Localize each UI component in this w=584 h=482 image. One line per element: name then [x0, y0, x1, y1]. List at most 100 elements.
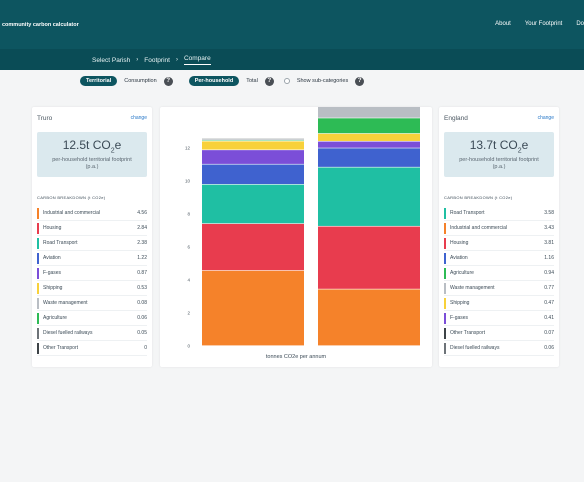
chevron-right-icon: › — [175, 57, 178, 63]
footprint-description: per-household territorial footprint (p.a… — [52, 157, 132, 170]
category-label: Industrial and commercial — [450, 225, 507, 231]
bar-segment-england-shipping[interactable] — [318, 133, 420, 141]
help-icon[interactable]: ? — [355, 76, 365, 86]
category-color-swatch — [444, 342, 446, 354]
category-value: 1.16 — [544, 255, 554, 261]
change-place-link[interactable]: change — [131, 115, 147, 122]
category-label: Diesel fuelled railways — [450, 345, 500, 351]
bar-segment-england-waste-management[interactable] — [318, 105, 420, 118]
category-color-swatch — [444, 252, 446, 264]
help-icon[interactable]: ? — [163, 76, 173, 86]
per-household-toggle[interactable]: Per-household — [188, 76, 240, 86]
crumb-select-parish[interactable]: Select Parish — [92, 57, 130, 64]
total-toggle[interactable]: Total — [243, 76, 261, 86]
breakdown-row: F-gases 0.41 — [444, 311, 554, 326]
category-label: Agriculture — [450, 270, 474, 276]
breakdown-row: Shipping 0.53 — [37, 281, 147, 296]
territorial-toggle[interactable]: Territorial — [80, 76, 118, 86]
category-value: 0.53 — [137, 285, 147, 291]
consumption-toggle[interactable]: Consumption — [121, 76, 159, 86]
category-label: Other Transport — [450, 330, 486, 336]
category-label: Housing — [450, 240, 469, 246]
y-tick-label: 8 — [187, 212, 190, 217]
category-label: Waste management — [450, 285, 495, 291]
category-color-swatch — [444, 312, 446, 324]
y-tick-label: 0 — [187, 344, 190, 349]
breakdown-row: Agriculture 0.06 — [37, 311, 147, 326]
category-value: 0.06 — [137, 315, 147, 321]
bar-segment-truro-aviation[interactable] — [202, 164, 304, 185]
bar-segment-england-f-gases[interactable] — [318, 141, 420, 148]
category-value: 1.22 — [137, 255, 147, 261]
category-label: Other Transport — [43, 345, 79, 351]
bar-segment-england-industrial-and-commercial[interactable] — [318, 289, 420, 346]
category-color-swatch — [37, 252, 39, 264]
y-tick-label: 12 — [185, 146, 191, 151]
subcategories-label[interactable]: Show sub-categories — [294, 76, 351, 86]
breakdown-row: Road Transport 2.38 — [37, 236, 147, 251]
subcategories-radio[interactable] — [283, 78, 290, 84]
breakdown-title: CARBON BREAKDOWN (t CO2e) — [37, 195, 106, 200]
x-axis-label: tonnes CO2e per annum — [265, 354, 327, 360]
category-label: Waste management — [43, 300, 88, 306]
category-color-swatch — [444, 297, 446, 309]
help-icon[interactable]: ? — [264, 76, 274, 86]
breakdown-row: Agriculture 0.94 — [444, 266, 554, 281]
category-color-swatch — [37, 267, 39, 279]
app-title[interactable]: community carbon calculator — [2, 22, 79, 28]
category-label: Aviation — [450, 255, 468, 261]
bar-segment-truro-housing[interactable] — [202, 223, 304, 271]
nav-about[interactable]: About — [495, 21, 511, 27]
category-color-swatch — [37, 207, 39, 219]
category-label: Road Transport — [450, 210, 485, 216]
bar-segment-truro-road-transport[interactable] — [202, 184, 304, 224]
bar-segment-england-aviation[interactable] — [318, 148, 420, 167]
category-value: 0.87 — [137, 270, 147, 276]
nav-do[interactable]: Do — [576, 21, 584, 27]
category-color-swatch — [37, 237, 39, 249]
top-bar: community carbon calculator About Your F… — [0, 0, 584, 49]
bar-segment-england-housing[interactable] — [318, 226, 420, 289]
left-footprint-panel: Truro change 12.5t CO2e per-household te… — [32, 107, 152, 367]
category-value: 0 — [144, 345, 147, 351]
breakdown-row: Road Transport 3.58 — [444, 206, 554, 221]
bar-segment-england-road-transport[interactable] — [318, 167, 420, 226]
bar-segment-truro-industrial-and-commercial[interactable] — [202, 270, 304, 346]
breakdown-row: Shipping 0.47 — [444, 296, 554, 311]
category-label: F-gases — [43, 270, 62, 276]
top-nav: About Your Footprint Do — [481, 21, 584, 27]
category-label: Agriculture — [43, 315, 67, 321]
y-tick-label: 6 — [187, 245, 190, 250]
bar-segment-truro-f-gases[interactable] — [202, 150, 304, 164]
category-value: 0.47 — [544, 300, 554, 306]
crumb-compare[interactable]: Compare — [183, 55, 211, 65]
breakdown-row: Industrial and commercial 3.43 — [444, 221, 554, 236]
category-label: Industrial and commercial — [43, 210, 100, 216]
footprint-description: per-household territorial footprint (p.a… — [459, 157, 539, 170]
category-value: 2.84 — [137, 225, 147, 231]
breakdown-list: Industrial and commercial 4.56 Housing 2.84… — [37, 206, 147, 356]
category-color-swatch — [37, 312, 39, 324]
bar-segment-truro-waste-management[interactable] — [202, 139, 304, 140]
category-label: Shipping — [43, 285, 63, 291]
crumb-footprint[interactable]: Footprint — [144, 57, 170, 64]
bar-segment-england-agriculture[interactable] — [318, 118, 420, 134]
category-color-swatch — [37, 222, 39, 234]
y-tick-label: 4 — [187, 278, 190, 283]
stacked-bar-chart: 0 2 4 6 8 10 12 — [185, 103, 420, 349]
category-label: Shipping — [450, 300, 470, 306]
category-value: 0.41 — [544, 315, 554, 321]
nav-your-footprint[interactable]: Your Footprint — [525, 21, 562, 27]
category-value: 2.38 — [137, 240, 147, 246]
category-value: 3.81 — [544, 240, 554, 246]
category-color-swatch — [37, 327, 39, 339]
category-value: 0.77 — [544, 285, 554, 291]
place-name: Truro — [37, 115, 53, 122]
category-label: Housing — [43, 225, 62, 231]
category-value: 0.94 — [544, 270, 554, 276]
y-tick-label: 10 — [185, 179, 191, 184]
y-tick-label: 2 — [187, 311, 190, 316]
right-footprint-panel: England change 13.7t CO2e per-household … — [439, 107, 559, 367]
change-place-link[interactable]: change — [538, 115, 554, 122]
bar-segment-truro-shipping[interactable] — [202, 141, 304, 150]
